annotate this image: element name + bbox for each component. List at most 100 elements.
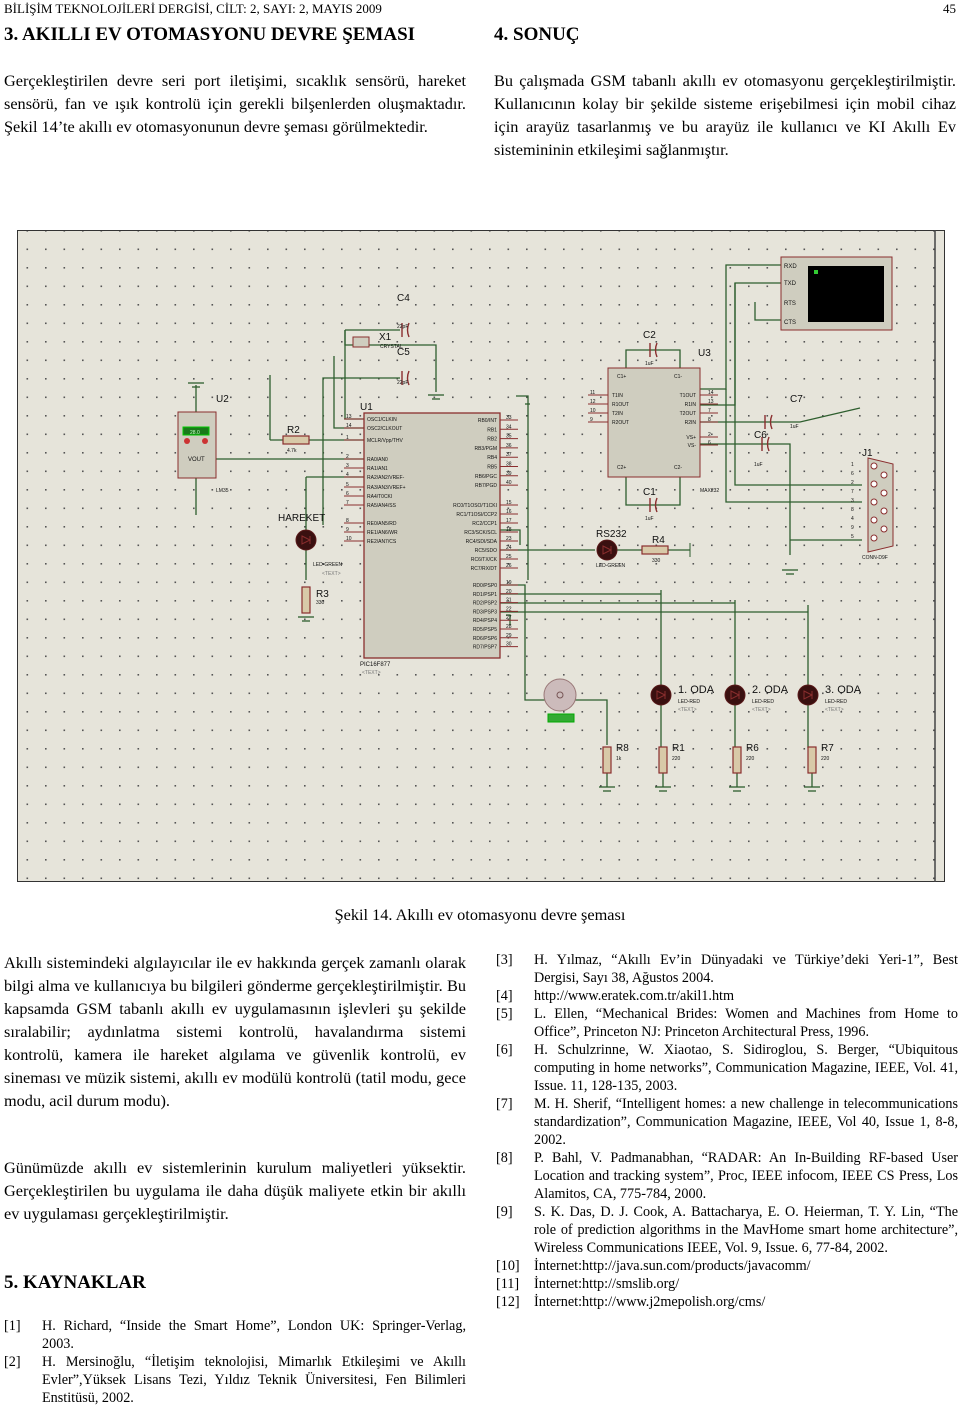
pin-number: 7 — [346, 500, 349, 506]
pin-label: T2OUT — [680, 411, 696, 417]
pin-label: VS- — [688, 443, 697, 449]
c7-value: 1uF — [790, 424, 799, 430]
pin-label: RD7/PSP7 — [473, 645, 497, 651]
resistor-value: 220 — [821, 756, 830, 762]
r2-value: 4.7k — [287, 448, 297, 454]
connector-pin — [870, 516, 878, 524]
pin-label: RC4/SDI/SDA — [466, 539, 498, 545]
pin-label: RD0/PSP0 — [473, 583, 497, 589]
text-placeholder: <TEXT> — [322, 571, 341, 577]
led-room-3 — [797, 684, 819, 706]
journal-header: BİLİŞİM TEKNOLOJİLERİ DERGİSİ, CİLT: 2, … — [4, 1, 382, 16]
pin-number: 6 — [851, 471, 854, 477]
pin-number: 27 — [506, 615, 512, 621]
resistor-value: 220 — [672, 756, 681, 762]
resistor-value: 220 — [746, 756, 755, 762]
pin-number: 9 — [590, 417, 593, 423]
pin-label: RD6/PSP6 — [473, 636, 497, 642]
sensor-button — [184, 438, 190, 444]
c5-label: C5 — [397, 347, 410, 358]
text-placeholder: <TEXT> — [825, 707, 844, 713]
pin-number: 3 — [851, 498, 854, 504]
terminal-pin-label: RTS — [784, 301, 796, 307]
text-placeholder: <TEXT> — [678, 707, 697, 713]
pin-number: 35 — [506, 434, 512, 440]
pin-label: R2OUT — [612, 420, 629, 426]
pin-label: RE2/AN7/CS — [367, 539, 397, 545]
pin-number: 20 — [506, 589, 512, 595]
text-placeholder: <TEXT> — [752, 707, 771, 713]
pin-number: 15 — [506, 500, 512, 506]
c4-label: C4 — [397, 293, 410, 304]
pin-label: RA4/T0CKI — [367, 494, 392, 500]
led-red-label: LED-RED — [752, 699, 774, 705]
pin-label: RC1/T1OSI/CCP2 — [456, 512, 497, 518]
pin-number: 7 — [851, 489, 854, 495]
reference-item: [7] M. H. Sherif, “Intelligent homes: a n… — [496, 1096, 958, 1148]
pin-label: C1- — [674, 374, 682, 380]
led-red-label: LED-RED — [825, 699, 847, 705]
resistor-r4 — [641, 545, 669, 555]
pin-label: RD4/PSP4 — [473, 618, 497, 624]
reference-item: [11] İnternet:http://smslib.org/ — [496, 1276, 680, 1292]
pin-number: 21 — [506, 598, 512, 604]
room-label: 3. ODA — [825, 684, 862, 696]
reference-item: [3] H. Yılmaz, “Akıllı Ev’in Dünyadaki ve… — [496, 952, 958, 986]
pin-label: RB3/PGM — [474, 446, 497, 452]
led-room-1 — [650, 684, 672, 706]
reference-item: [2] H. Mersinoğlu, “İletişim teknolojisi,… — [4, 1354, 466, 1406]
left-paragraph-1: Akıllı sistemindeki algılayıcılar ile ev… — [4, 953, 466, 1110]
reference-item: [12] İnternet:http://www.j2mepolish.org/c… — [496, 1294, 766, 1310]
pin-number: 13 — [708, 399, 714, 405]
pin-label: RB0/INT — [478, 418, 497, 424]
pin-label: RB2 — [487, 437, 497, 443]
pin-number: 1 — [346, 435, 349, 441]
section-4-text: Bu çalışmada GSM tabanlı akıllı ev otoma… — [494, 71, 956, 159]
pin-label: RD1/PSP1 — [473, 592, 497, 598]
pin-label: RC7/RX/DT — [471, 566, 497, 572]
resistor-label: R8 — [616, 743, 629, 754]
r2-label: R2 — [287, 425, 300, 436]
led-green-label: LED-GREEN — [313, 562, 343, 568]
resistor-r2 — [282, 435, 310, 445]
pin-number: 11 — [590, 390, 595, 396]
section-5-title: 5. KAYNAKLAR — [4, 1272, 146, 1293]
pin-number: 25 — [506, 554, 512, 560]
pin-number: 37 — [506, 452, 512, 458]
led-hareket — [295, 529, 317, 551]
u2-label: U2 — [216, 394, 229, 405]
terminal-screen — [808, 266, 884, 322]
pin-label: RB6/PGC — [475, 474, 497, 480]
pin-number: 5 — [346, 482, 349, 488]
pin-number: 38 — [506, 462, 512, 468]
terminal-pin-label: CTS — [784, 320, 796, 326]
pin-label: RB7/PGD — [475, 483, 497, 489]
pin-number: 7 — [708, 408, 711, 414]
fan-motor — [543, 678, 577, 712]
pin-label: RC0/T1OSO/T1CKI — [453, 503, 497, 509]
pin-label: R1OUT — [612, 402, 629, 408]
pin-label: RE1/AN6/WR — [367, 530, 398, 536]
u1-label: U1 — [360, 402, 373, 413]
pin-number: 5 — [851, 534, 854, 540]
pin-label: T2IN — [612, 411, 623, 417]
circuit-schematic: U1PIC16F877<TEXT>13 OSC1/CLKIN14 OSC2/CLKO… — [17, 230, 945, 882]
pin-number: 28 — [506, 624, 512, 630]
pin-label: T1IN — [612, 393, 623, 399]
resistor-label: R1 — [672, 743, 685, 754]
pin-number: 8 — [851, 507, 854, 513]
pin-label: R2IN — [685, 420, 697, 426]
pin-number: 17 — [506, 518, 512, 524]
u2-pin-label: VOUT — [188, 457, 205, 463]
motor-indicator — [547, 713, 575, 723]
pin-number: 24 — [506, 545, 512, 551]
u3-part-label: MAX232 — [700, 488, 719, 494]
c6-label: C6 — [754, 430, 767, 441]
pin-label: T1OUT — [680, 393, 696, 399]
connector-pin — [880, 471, 888, 479]
j1-part-label: CONN-D9F — [862, 555, 888, 561]
connector-pin — [870, 480, 878, 488]
r3-label: R3 — [316, 589, 329, 600]
pin-label: RB4 — [487, 455, 497, 461]
pin-number: 10 — [590, 408, 596, 414]
